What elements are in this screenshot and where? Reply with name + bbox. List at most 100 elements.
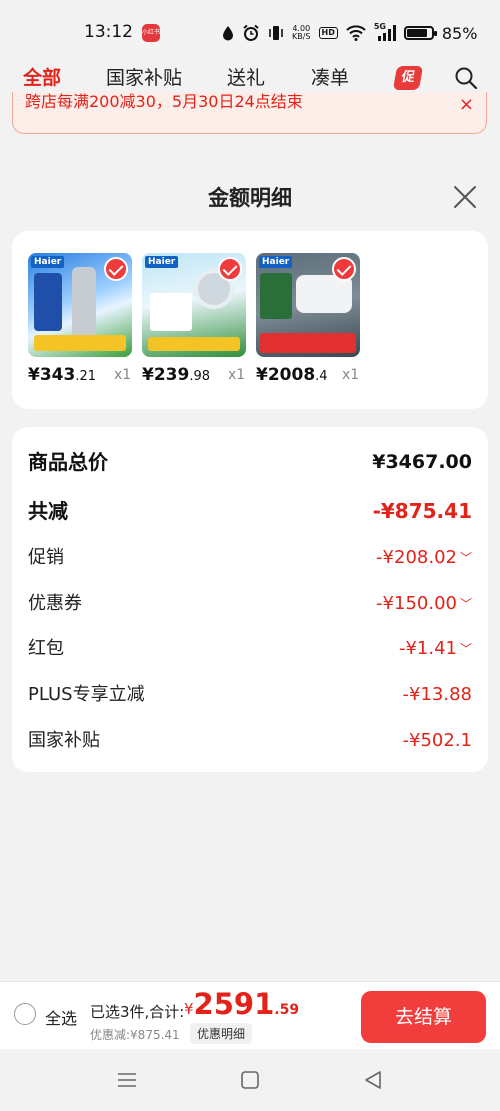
- discount-label: 优惠券: [28, 593, 82, 614]
- promo-banner: 跨店每满200减30，5月30日24点结束 ×: [12, 92, 487, 134]
- cell-signal: 5G: [374, 22, 396, 42]
- wifi-icon: [346, 25, 366, 41]
- discount-label: 红包: [28, 638, 64, 659]
- product-price-dec: .4: [315, 369, 328, 384]
- product-graphic: [34, 335, 126, 351]
- discount-label: PLUS专享立减: [28, 684, 145, 705]
- home-icon[interactable]: [239, 1069, 261, 1091]
- product-qty: x1: [342, 367, 360, 383]
- total-price-row: 商品总价 ¥3467.00: [28, 447, 472, 477]
- total-reduce-row: 共减 -¥875.41: [28, 496, 472, 526]
- battery-fill: [406, 29, 427, 37]
- product-price: ¥2008.4: [256, 365, 328, 385]
- tab-bundle[interactable]: 凑单: [311, 64, 349, 92]
- product-graphic: [34, 273, 62, 331]
- product-qty: x1: [114, 367, 132, 383]
- discount-label: 国家补贴: [28, 730, 100, 751]
- product-qty: x1: [228, 367, 246, 383]
- discount-row-promotion[interactable]: 促销 -¥208.02 ﹀: [28, 543, 472, 573]
- select-all-label[interactable]: 全选: [45, 1005, 77, 1029]
- grand-total: ¥2591.59: [184, 987, 299, 1021]
- net-speed: 4.00 KB/S: [292, 25, 311, 41]
- product-graphic: [260, 333, 356, 353]
- tab-promo[interactable]: 促: [392, 66, 424, 90]
- product-price-dec: .21: [75, 369, 97, 384]
- battery-icon: [403, 26, 437, 40]
- discount-row-national-subsidy: 国家补贴 -¥502.1: [28, 726, 472, 756]
- product-graphic: [148, 337, 240, 351]
- chevron-down-icon[interactable]: ﹀: [460, 543, 472, 573]
- brand-logo: Haier: [145, 256, 179, 268]
- chevron-down-icon[interactable]: ﹀: [460, 589, 472, 619]
- selected-check-icon[interactable]: [104, 257, 128, 281]
- product-graphic: [72, 267, 96, 339]
- total-dec: .59: [274, 1002, 300, 1018]
- total-currency: ¥: [184, 1000, 194, 1018]
- discount-amount: -¥1.41: [398, 638, 457, 659]
- promo-banner-text: 跨店每满200减30，5月30日24点结束: [25, 92, 303, 111]
- product-price-row: ¥2008.4 x1: [256, 365, 386, 389]
- hd-badge: HD: [318, 27, 338, 39]
- products-card: Haier ¥343.21 x1 Haier ¥239.98 x1 Haier …: [12, 231, 488, 409]
- product-price-dec: .98: [189, 369, 211, 384]
- tab-all[interactable]: 全部: [23, 64, 61, 92]
- product-thumbnail[interactable]: Haier: [256, 253, 360, 357]
- selected-check-icon[interactable]: [218, 257, 242, 281]
- discount-amount: -¥13.88: [402, 684, 472, 705]
- discount-amount: -¥208.02: [376, 547, 457, 568]
- total-reduce-label: 共减: [28, 499, 68, 523]
- discount-row-coupon[interactable]: 优惠券 -¥150.00 ﹀: [28, 589, 472, 619]
- vibrate-icon: [269, 26, 283, 40]
- tab-gift[interactable]: 送礼: [227, 64, 265, 92]
- sheet-title: 金额明细: [208, 186, 292, 210]
- discount-label: 促销: [28, 547, 64, 568]
- net-speed-unit: KB/S: [292, 32, 311, 41]
- signal-icon: [377, 25, 396, 41]
- status-time: 13:12: [84, 22, 133, 42]
- menu-icon[interactable]: [116, 1069, 138, 1091]
- product-price-int: ¥239: [142, 365, 190, 385]
- total-int: 2591: [193, 987, 275, 1021]
- status-bar: 13:12 小红书 4.00 KB/S HD 5G 85%: [0, 0, 500, 64]
- discount-value: -¥208.02 ﹀: [376, 543, 472, 573]
- close-icon[interactable]: [452, 184, 478, 210]
- water-drop-icon: [223, 26, 233, 41]
- product-price: ¥239.98: [142, 365, 210, 385]
- discount-row-red-packet[interactable]: 红包 -¥1.41 ﹀: [28, 634, 472, 664]
- selected-summary: 已选3件,合计:: [90, 1003, 185, 1021]
- discount-amount: -¥502.1: [402, 730, 472, 751]
- app-notification-icon: 小红书: [142, 24, 160, 42]
- discount-amount: -¥150.00: [376, 593, 457, 614]
- amount-detail-card: 商品总价 ¥3467.00 共减 -¥875.41 促销 -¥208.02 ﹀ 优…: [12, 427, 488, 772]
- product-price-row: ¥343.21 x1: [28, 365, 158, 389]
- saved-amount: 优惠减:¥875.41: [90, 1028, 180, 1042]
- battery-percent: 85%: [441, 23, 478, 43]
- discount-detail-button[interactable]: 优惠明细: [190, 1023, 253, 1044]
- back-icon[interactable]: [362, 1069, 384, 1091]
- checkout-button[interactable]: 去结算: [361, 991, 486, 1043]
- brand-logo: Haier: [259, 256, 293, 268]
- product-price-row: ¥239.98 x1: [142, 365, 272, 389]
- chevron-down-icon[interactable]: ﹀: [460, 634, 472, 664]
- banner-close-icon[interactable]: ×: [459, 94, 474, 115]
- product-graphic: [260, 273, 292, 319]
- product-item[interactable]: Haier ¥2008.4 x1: [256, 253, 360, 385]
- product-graphic: [150, 293, 192, 331]
- product-thumbnail[interactable]: Haier: [142, 253, 246, 357]
- discount-value: -¥1.41 ﹀: [399, 634, 472, 664]
- product-thumbnail[interactable]: Haier: [28, 253, 132, 357]
- select-all-checkbox[interactable]: [14, 1003, 36, 1025]
- tab-national-subsidy[interactable]: 国家补贴: [106, 64, 182, 92]
- search-icon[interactable]: [454, 66, 478, 90]
- total-reduce-value: -¥875.41: [372, 499, 472, 523]
- selected-check-icon[interactable]: [332, 257, 356, 281]
- total-price-label: 商品总价: [28, 450, 108, 474]
- product-price-int: ¥343: [28, 365, 76, 385]
- total-price-value: ¥3467.00: [372, 451, 472, 473]
- alarm-icon: [243, 24, 259, 41]
- brand-logo: Haier: [31, 256, 65, 268]
- product-item[interactable]: Haier ¥239.98 x1: [142, 253, 246, 385]
- product-item[interactable]: Haier ¥343.21 x1: [28, 253, 132, 385]
- status-icons: 4.00 KB/S HD 5G 85%: [222, 22, 477, 44]
- checkout-bar: 全选 已选3件,合计: ¥2591.59 优惠减:¥875.41 优惠明细 去结…: [0, 981, 500, 1049]
